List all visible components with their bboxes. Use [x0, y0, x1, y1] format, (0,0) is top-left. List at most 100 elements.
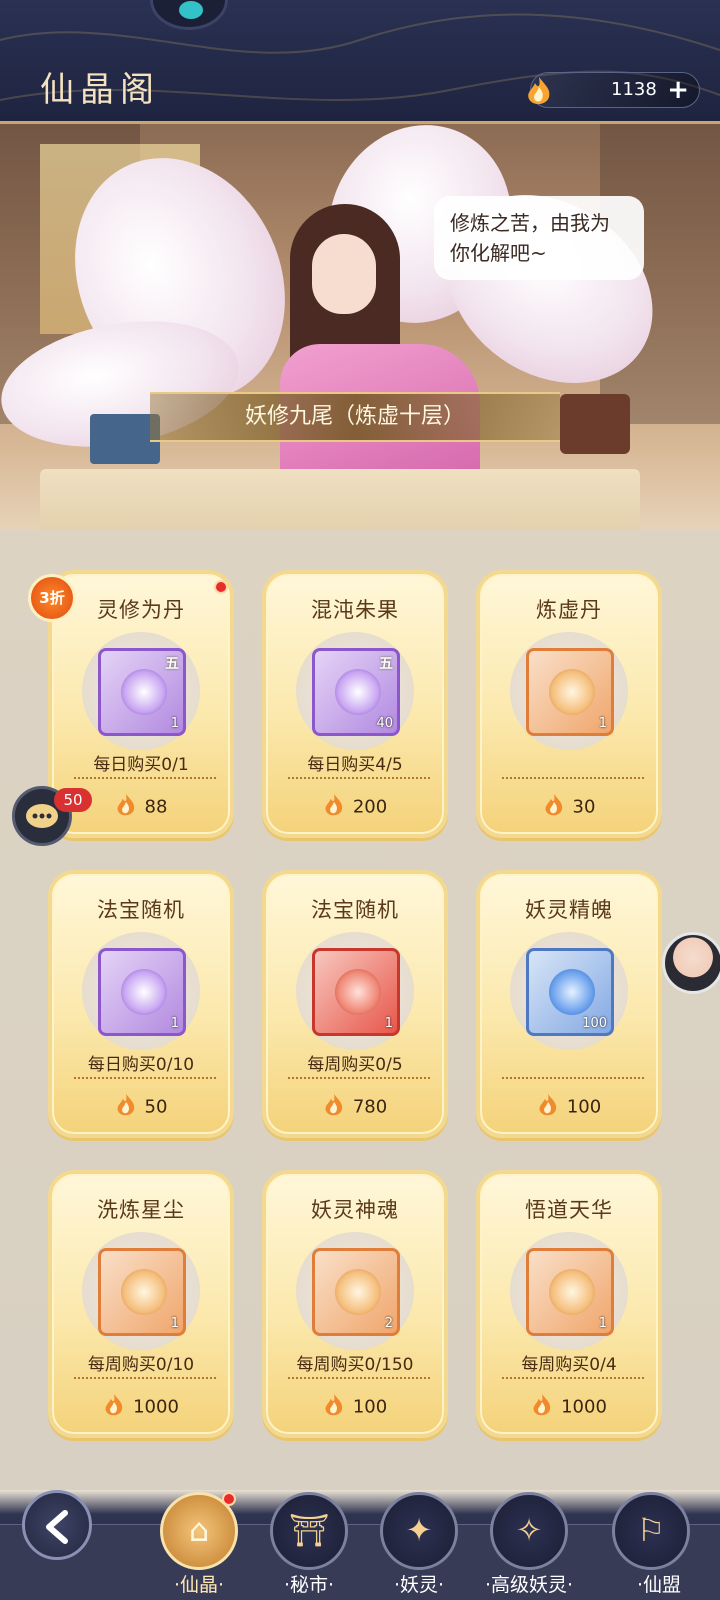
item-price: 100 [352, 1396, 388, 1418]
item-quantity: 1 [170, 1316, 179, 1331]
character-banner: 修炼之苦，由我为你化解吧~ 妖修九尾（炼虚十层） [0, 124, 720, 544]
page-title: 仙晶阁 [40, 70, 160, 110]
shop-item-card[interactable]: 炼虚丹 1 30 [476, 570, 662, 838]
item-price: 1000 [133, 1396, 179, 1418]
item-icon-frame[interactable]: 五 40 [312, 648, 400, 736]
item-icon [121, 969, 167, 1015]
nav-label-alliance: ·仙盟 [636, 1574, 682, 1596]
card-divider [74, 1077, 216, 1079]
character-name-plate: 妖修九尾（炼虚十层） [150, 392, 560, 442]
item-icon [335, 669, 381, 715]
item-name: 悟道天华 [525, 1198, 613, 1222]
crystal-flame-icon [525, 75, 551, 105]
add-currency-button[interactable]: + [667, 75, 689, 105]
shop-item-card[interactable]: 妖灵精魄 100 100 [476, 870, 662, 1138]
purchase-limit: 每周购买0/150 [296, 1355, 414, 1375]
item-price: 780 [352, 1096, 388, 1118]
item-grade: 五 [165, 656, 179, 672]
item-name: 妖灵神魂 [311, 1198, 399, 1222]
item-name: 法宝随机 [97, 898, 185, 922]
item-name: 洗炼星尘 [97, 1198, 185, 1222]
nav-label-demon-spirit: ·妖灵· [393, 1574, 445, 1596]
purchase-limit: 每周购买0/4 [521, 1355, 617, 1375]
item-icon-frame[interactable]: 1 [98, 948, 186, 1036]
card-divider [502, 1377, 644, 1379]
purchase-limit: 每周购买0/5 [307, 1055, 403, 1075]
item-icon-frame[interactable]: 100 [526, 948, 614, 1036]
item-icon [549, 1269, 595, 1315]
item-icon [549, 969, 595, 1015]
nav-tab-demon-spirit[interactable]: ✦ ·妖灵· [364, 1492, 474, 1600]
secret-market-icon: ⛩ [270, 1492, 348, 1570]
crystal-flame-icon [323, 1092, 345, 1123]
side-character-avatar[interactable] [662, 932, 720, 994]
nav-tab-secret-market[interactable]: ⛩ ·秘市· [254, 1492, 364, 1600]
notification-dot [214, 580, 228, 594]
nav-tab-alliance[interactable]: ⚐ ·仙盟 [598, 1492, 720, 1600]
back-button[interactable] [22, 1490, 92, 1560]
item-icon-frame[interactable]: 五 1 [98, 648, 186, 736]
nav-label-secret-market: ·秘市· [283, 1574, 335, 1596]
purchase-limit: 每周购买0/10 [87, 1355, 195, 1375]
item-price: 50 [144, 1096, 168, 1118]
nav-label-crystal: ·仙晶· [173, 1574, 225, 1596]
item-icon-frame[interactable]: 2 [312, 1248, 400, 1336]
item-price: 200 [352, 796, 388, 818]
card-divider [288, 777, 430, 779]
card-divider [74, 777, 216, 779]
item-quantity: 100 [582, 1016, 607, 1031]
purchase-limit: 每日购买4/5 [307, 755, 403, 775]
item-icon-frame[interactable]: 1 [98, 1248, 186, 1336]
card-divider [74, 1377, 216, 1379]
chest-decoration [560, 394, 630, 454]
nav-tab-advanced-demon-spirit[interactable]: ✧ ·高级妖灵· [474, 1492, 584, 1600]
item-icon [335, 1269, 381, 1315]
item-price: 100 [566, 1096, 602, 1118]
price-row: 1000 [480, 1392, 658, 1423]
card-divider [288, 1377, 430, 1379]
item-icon-frame[interactable]: 1 [526, 1248, 614, 1336]
shop-item-card[interactable]: 悟道天华 1 每周购买0/4 1000 [476, 1170, 662, 1438]
chat-unread-badge: 50 [54, 788, 92, 812]
item-quantity: 1 [384, 1016, 393, 1031]
item-icon [549, 669, 595, 715]
price-row: 780 [266, 1092, 444, 1123]
item-icon-frame[interactable]: 1 [312, 948, 400, 1036]
card-divider [502, 777, 644, 779]
crystal-flame-icon [543, 792, 565, 823]
price-row: 1000 [52, 1392, 230, 1423]
purchase-limit: 每日购买0/10 [87, 1055, 195, 1075]
mascot-eye-icon [179, 1, 203, 19]
item-name: 法宝随机 [311, 898, 399, 922]
shop-item-card[interactable]: 混沌朱果 五 40 每日购买4/5 200 [262, 570, 448, 838]
crystal-flame-icon [323, 792, 345, 823]
shop-item-card[interactable]: 洗炼星尘 1 每周购买0/10 1000 [48, 1170, 234, 1438]
item-name: 混沌朱果 [311, 598, 399, 622]
item-price: 88 [144, 796, 168, 818]
item-price: 30 [572, 796, 596, 818]
nav-notification-dot [222, 1492, 236, 1506]
item-quantity: 2 [384, 1316, 393, 1331]
item-grade: 五 [379, 656, 393, 672]
crystal-flame-icon [323, 1392, 345, 1423]
price-row: 30 [480, 792, 658, 823]
nav-label-advanced-demon-spirit: ·高级妖灵· [484, 1574, 574, 1596]
item-quantity: 1 [598, 1316, 607, 1331]
crystal-flame-icon [103, 1392, 125, 1423]
shop-item-card[interactable]: 法宝随机 1 每日购买0/10 50 [48, 870, 234, 1138]
shop-item-card[interactable]: 妖灵神魂 2 每周购买0/150 100 [262, 1170, 448, 1438]
card-divider [502, 1077, 644, 1079]
shop-item-card[interactable]: 法宝随机 1 每周购买0/5 780 [262, 870, 448, 1138]
demon-spirit-icon: ✦ [380, 1492, 458, 1570]
nav-tab-crystal[interactable]: ⌂ ·仙晶· [144, 1492, 254, 1600]
crystal-flame-icon [531, 1392, 553, 1423]
item-quantity: 1 [170, 1016, 179, 1031]
price-row: 100 [480, 1092, 658, 1123]
price-row: 50 [52, 1092, 230, 1123]
item-icon [335, 969, 381, 1015]
item-name: 妖灵精魄 [525, 898, 613, 922]
back-arrow-icon [39, 1507, 79, 1556]
item-icon-frame[interactable]: 1 [526, 648, 614, 736]
item-quantity: 1 [598, 716, 607, 731]
card-divider [288, 1077, 430, 1079]
